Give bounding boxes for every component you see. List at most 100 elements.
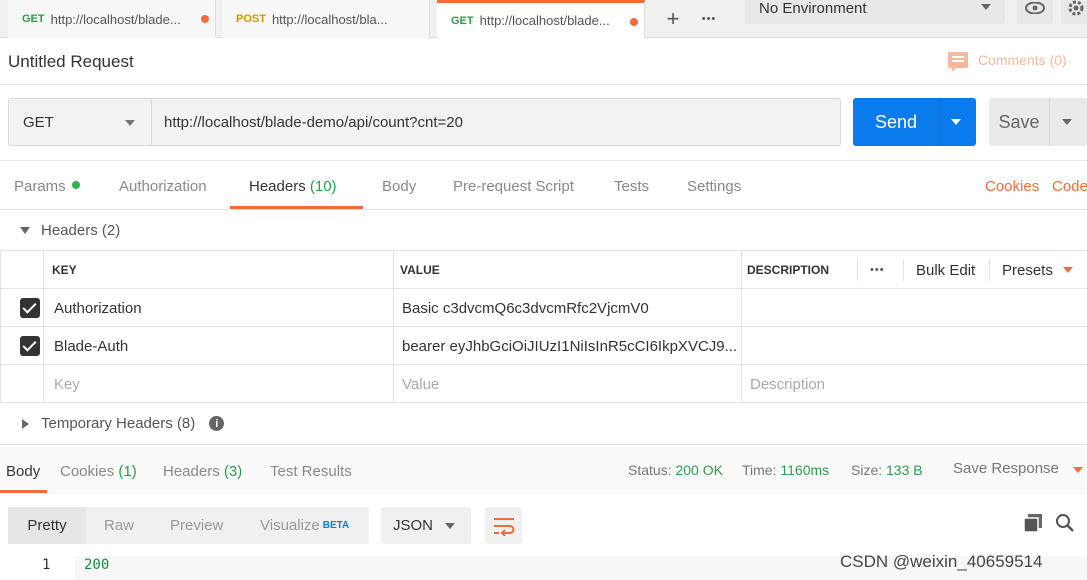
divider bbox=[0, 209, 1087, 210]
response-status: Status: 200 OK bbox=[628, 462, 723, 478]
request-title[interactable]: Untitled Request bbox=[8, 52, 134, 72]
divider bbox=[0, 84, 1087, 85]
view-raw[interactable]: Raw bbox=[104, 507, 134, 544]
chevron-down-icon bbox=[1062, 267, 1073, 273]
caret-down-icon bbox=[20, 227, 30, 234]
chevron-down-icon bbox=[125, 120, 135, 126]
view-visualize[interactable]: Visualize BETA bbox=[260, 507, 349, 544]
row-enabled-checkbox[interactable] bbox=[20, 298, 40, 318]
tab-label: Params bbox=[14, 178, 66, 195]
column-header-value: VALUE bbox=[400, 263, 440, 277]
tab-label: Body bbox=[382, 178, 417, 195]
tab-body[interactable]: Body bbox=[382, 178, 416, 195]
response-tab-test-results[interactable]: Test Results bbox=[270, 463, 352, 480]
time-label: Time: bbox=[742, 462, 777, 478]
response-view-selector: Pretty Raw Preview Visualize BETA bbox=[8, 507, 369, 544]
response-tab-headers[interactable]: Headers (3) bbox=[163, 463, 242, 480]
tab-label: Headers bbox=[163, 463, 220, 480]
params-active-dot bbox=[71, 181, 80, 189]
status-label: Status: bbox=[628, 462, 672, 478]
temporary-headers-toggle[interactable]: Temporary Headers (8) i bbox=[22, 415, 225, 432]
divider bbox=[903, 259, 904, 281]
save-label: Save bbox=[998, 111, 1040, 132]
table-row: Authorization Basic c3dvcmQ6c3dvcmRfc2Vj… bbox=[0, 289, 1087, 327]
environment-quick-look-button[interactable] bbox=[1017, 0, 1053, 24]
beta-badge: BETA bbox=[322, 520, 350, 531]
method-select[interactable]: GET bbox=[8, 98, 152, 146]
tab-headers[interactable]: Headers (10) bbox=[249, 178, 337, 195]
tab-tests[interactable]: Tests bbox=[614, 178, 649, 195]
format-select[interactable]: JSON bbox=[381, 507, 471, 544]
chevron-down-icon bbox=[981, 4, 991, 10]
tab-params[interactable]: Params bbox=[14, 178, 80, 195]
divider bbox=[43, 251, 44, 403]
environment-select[interactable]: No Environment bbox=[745, 0, 1005, 24]
save-options-chevron-icon[interactable] bbox=[1062, 119, 1072, 125]
bulk-edit-button[interactable]: Bulk Edit bbox=[916, 251, 975, 289]
tab-url: http://localhost/bla... bbox=[271, 11, 388, 27]
copy-icon[interactable] bbox=[1023, 514, 1043, 535]
tab-method: GET bbox=[451, 14, 474, 27]
chevron-down-icon bbox=[1073, 467, 1084, 473]
header-key[interactable]: Blade-Auth bbox=[54, 327, 128, 365]
divider bbox=[741, 251, 742, 403]
row-enabled-checkbox[interactable] bbox=[20, 336, 40, 356]
view-pretty[interactable]: Pretty bbox=[8, 507, 86, 544]
header-value[interactable]: Basic c3dvcmQ6c3dvcmRfc2VjcmV0 bbox=[402, 289, 737, 327]
more-actions-button[interactable]: ••• bbox=[870, 251, 885, 289]
divider bbox=[0, 160, 1087, 161]
value-input[interactable]: Value bbox=[402, 365, 439, 403]
request-tab-active[interactable]: GET http://localhost/blade... bbox=[437, 0, 645, 38]
request-tab-strip: GET http://localhost/blade... POST http:… bbox=[0, 0, 1087, 38]
tab-url: http://localhost/blade... bbox=[50, 11, 181, 27]
info-icon[interactable]: i bbox=[209, 416, 225, 431]
presets-button[interactable]: Presets bbox=[1002, 251, 1073, 289]
request-tab[interactable]: GET http://localhost/blade... bbox=[8, 0, 216, 38]
response-tab-cookies[interactable]: Cookies (1) bbox=[60, 463, 137, 480]
comments-button[interactable]: Comments (0) bbox=[948, 52, 1067, 72]
tab-settings[interactable]: Settings bbox=[687, 178, 741, 195]
wrap-lines-button[interactable] bbox=[485, 507, 522, 544]
size-value: 133 B bbox=[886, 462, 923, 478]
send-options-chevron-icon[interactable] bbox=[951, 119, 961, 125]
caret-right-icon bbox=[22, 418, 29, 429]
response-tab-body[interactable]: Body bbox=[6, 463, 40, 480]
section-title: Temporary Headers (8) bbox=[41, 415, 196, 432]
divider bbox=[989, 259, 990, 281]
more-tabs-button[interactable]: ••• bbox=[692, 0, 726, 38]
cookies-link[interactable]: Cookies bbox=[985, 178, 1039, 195]
header-key[interactable]: Authorization bbox=[54, 289, 142, 327]
new-tab-button[interactable]: + bbox=[656, 0, 690, 38]
send-button[interactable]: Send bbox=[853, 98, 976, 146]
code-link[interactable]: Code bbox=[1052, 178, 1087, 195]
divider bbox=[1049, 98, 1050, 146]
manage-environments-button[interactable] bbox=[1061, 0, 1087, 24]
header-value[interactable]: bearer eyJhbGciOiJIUzI1NiIsInR5cCI6IkpXV… bbox=[402, 327, 737, 365]
section-title: Headers (2) bbox=[41, 222, 121, 239]
save-button[interactable]: Save bbox=[989, 98, 1087, 146]
tab-authorization[interactable]: Authorization bbox=[119, 178, 207, 195]
tab-count: (10) bbox=[309, 178, 337, 195]
tab-method: POST bbox=[236, 13, 266, 25]
chevron-down-icon bbox=[445, 523, 455, 529]
save-response-button[interactable]: Save Response bbox=[953, 460, 1084, 477]
table-row-empty: Key Value Description bbox=[0, 365, 1087, 403]
request-tab[interactable]: POST http://localhost/bla... bbox=[222, 0, 430, 38]
divider bbox=[857, 259, 858, 281]
key-input[interactable]: Key bbox=[54, 365, 80, 403]
url-input[interactable]: http://localhost/blade-demo/api/count?cn… bbox=[151, 98, 841, 146]
format-label: JSON bbox=[393, 517, 434, 534]
view-preview[interactable]: Preview bbox=[170, 507, 223, 544]
watermark: CSDN @weixin_40659514 bbox=[840, 552, 1043, 571]
tab-count: (3) bbox=[223, 463, 243, 480]
description-input[interactable]: Description bbox=[750, 365, 825, 403]
response-size: Size: 133 B bbox=[851, 462, 923, 478]
headers-section-toggle[interactable]: Headers (2) bbox=[20, 222, 120, 239]
table-row: Blade-Auth bearer eyJhbGciOiJIUzI1NiIsIn… bbox=[0, 327, 1087, 365]
tab-url: http://localhost/blade... bbox=[479, 13, 610, 28]
tab-pre-request-script[interactable]: Pre-request Script bbox=[453, 178, 574, 195]
method-label: GET bbox=[23, 113, 54, 131]
search-icon[interactable] bbox=[1055, 513, 1075, 536]
tab-method: GET bbox=[22, 13, 45, 25]
eye-icon bbox=[1025, 2, 1045, 14]
